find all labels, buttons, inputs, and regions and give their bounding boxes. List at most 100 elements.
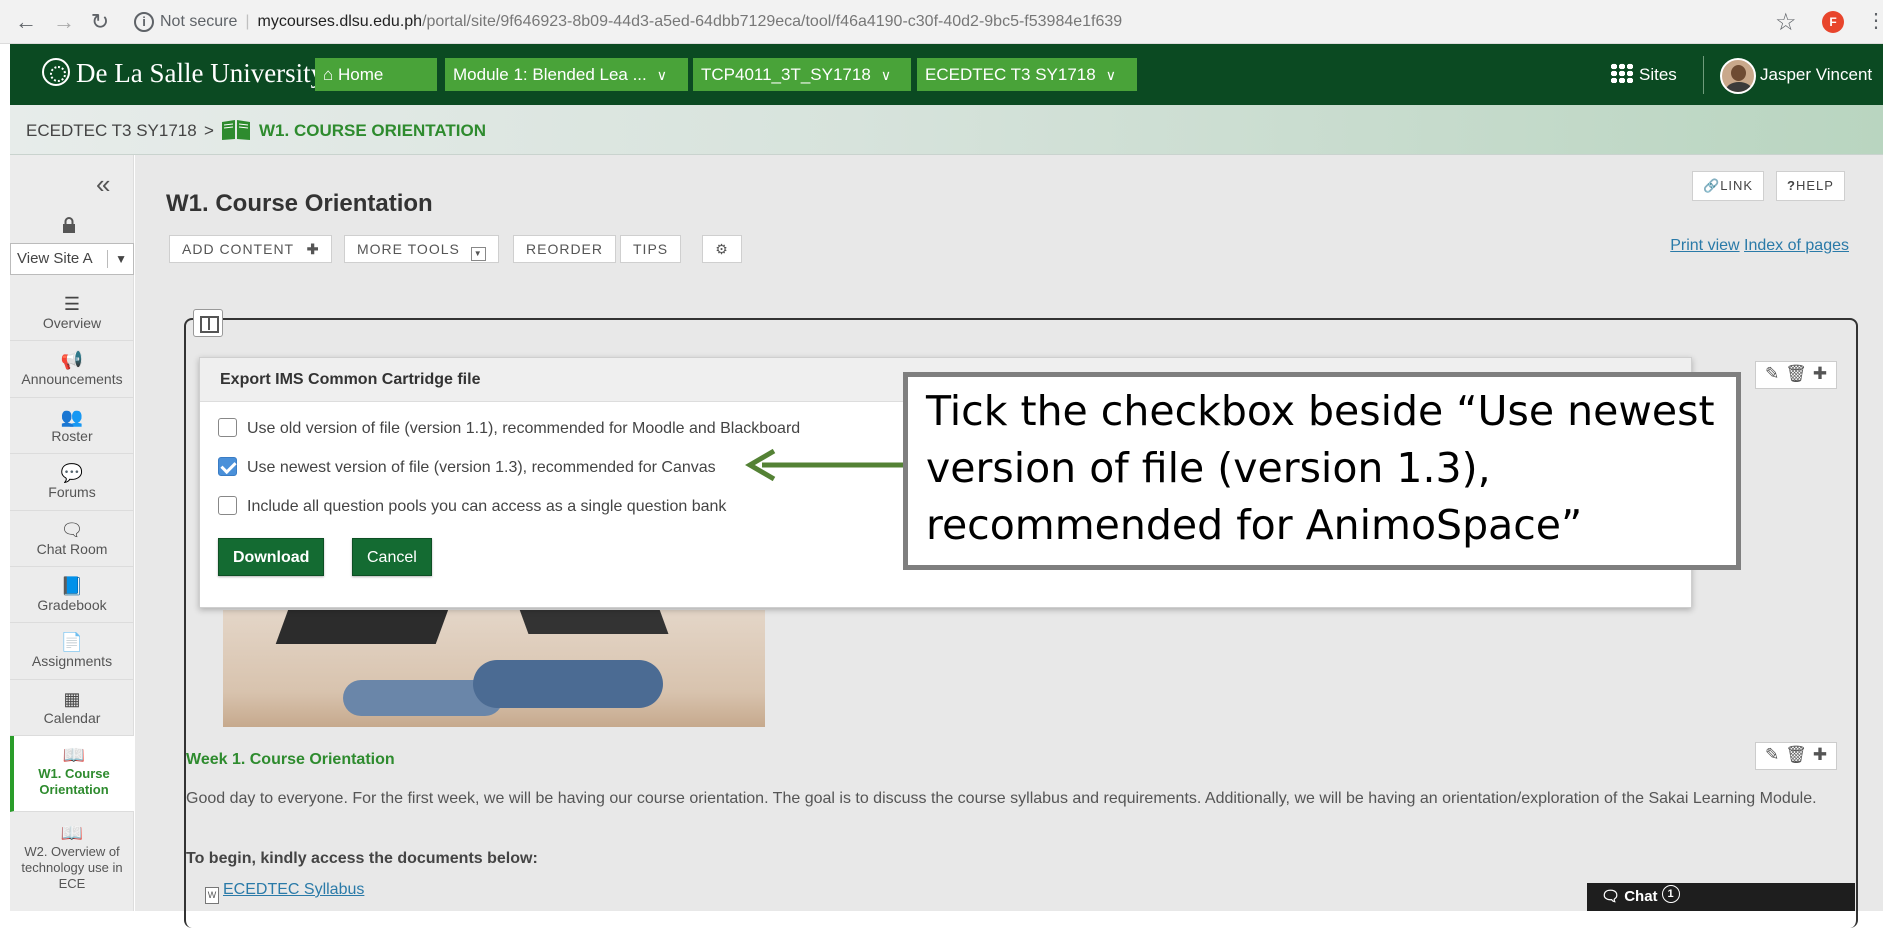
caret-down-icon: ▼ xyxy=(115,252,127,266)
annotation-arrow xyxy=(745,448,907,482)
logo-text: De La Salle University xyxy=(76,58,325,88)
sidebar-item-w1-course-orientation[interactable]: 📖 W1. Course Orientation xyxy=(10,736,134,812)
list-icon: ☰ xyxy=(63,294,81,314)
back-arrow-icon[interactable]: ← xyxy=(12,8,40,36)
users-icon: 👥 xyxy=(60,407,84,427)
sidebar-item-label: Assignments xyxy=(31,653,113,669)
university-logo[interactable]: De La Salle University xyxy=(42,58,324,89)
sidebar-item-label: Calendar xyxy=(43,710,101,726)
sidebar-item-label: W2. Overview of technology use in ECE xyxy=(21,844,123,891)
instruction-callout: Tick the checkbox beside “Use newest ver… xyxy=(903,372,1741,570)
option-old-version[interactable]: Use old version of file (version 1.1), r… xyxy=(218,418,800,438)
more-tools-label: MORE TOOLS xyxy=(357,241,460,257)
syllabus-link-label: ECEDTEC Syllabus xyxy=(223,881,365,898)
option-question-pools[interactable]: Include all question pools you can acces… xyxy=(218,496,726,516)
download-button[interactable]: Download xyxy=(218,538,325,576)
not-secure-label: Not secure xyxy=(160,13,238,30)
tab-tcp-label: TCP4011_3T_SY1718 xyxy=(701,65,871,84)
trash-icon[interactable]: 🗑 xyxy=(1785,745,1807,764)
breadcrumb: ECEDTEC T3 SY1718 > W1. COURSE ORIENTATI… xyxy=(10,105,1883,155)
link-button[interactable]: 🔗LINK xyxy=(1692,171,1765,201)
chat-widget[interactable]: 🗨 Chat 1 xyxy=(1587,883,1855,911)
cancel-button[interactable]: Cancel xyxy=(352,538,432,576)
file-icon: 📄 xyxy=(60,632,84,652)
megaphone-icon: 📢 xyxy=(60,350,84,370)
checkbox-old-version[interactable] xyxy=(218,418,237,437)
lock-icon xyxy=(62,217,76,238)
print-view-link[interactable]: Print view xyxy=(1670,237,1739,254)
sidebar-item-gradebook[interactable]: 📘 Gradebook xyxy=(10,567,134,623)
profile-avatar[interactable]: F xyxy=(1822,11,1844,33)
reorder-button[interactable]: REORDER xyxy=(513,235,617,263)
syllabus-link[interactable]: W ECEDTEC Syllabus xyxy=(205,881,364,904)
plus-icon[interactable]: ✚ xyxy=(1813,364,1827,383)
sidebar-item-overview[interactable]: ☰ Overview xyxy=(10,285,134,341)
tab-ecedtec[interactable]: ECEDTEC T3 SY1718 ∨ xyxy=(917,58,1137,91)
edit-icon[interactable]: ✎ xyxy=(1765,364,1779,383)
bookmark-star-icon[interactable]: ☆ xyxy=(1775,8,1797,37)
info-icon[interactable]: i xyxy=(134,11,154,32)
gear-icon[interactable]: ⚙ xyxy=(702,235,742,263)
chat-icon: 🗨 xyxy=(1601,888,1625,905)
view-site-label: View Site A xyxy=(17,250,93,267)
add-content-label: ADD CONTENT xyxy=(182,241,294,257)
grid-icon xyxy=(1610,63,1634,83)
sidebar-item-chat-room[interactable]: 🗨 Chat Room xyxy=(10,511,134,567)
tab-ecedtec-label: ECEDTEC T3 SY1718 xyxy=(925,65,1096,84)
index-of-pages-link[interactable]: Index of pages xyxy=(1744,237,1849,254)
option-label: Use old version of file (version 1.1), r… xyxy=(247,420,801,437)
chevron-down-icon: ∨ xyxy=(656,67,667,83)
tab-home-label: Home xyxy=(338,65,384,84)
add-content-button[interactable]: ADD CONTENT ✚ xyxy=(169,235,333,263)
tab-tcp4011[interactable]: TCP4011_3T_SY1718 ∨ xyxy=(693,58,911,91)
calendar-icon: ▦ xyxy=(63,689,81,709)
sidebar-item-label: Gradebook xyxy=(37,597,107,613)
open-book-icon xyxy=(220,118,252,147)
plus-icon: ✚ xyxy=(306,241,320,257)
view-site-as-select[interactable]: View Site A ▼ xyxy=(10,243,134,275)
sidebar-item-forums[interactable]: 💬 Forums xyxy=(10,454,134,511)
plus-icon[interactable]: ✚ xyxy=(1813,745,1827,764)
option-newest-version[interactable]: Use newest version of file (version 1.3)… xyxy=(218,457,716,477)
course-image xyxy=(223,610,765,727)
edit-icon[interactable]: ✎ xyxy=(1765,745,1779,764)
reload-icon[interactable]: ↻ xyxy=(86,8,114,36)
trash-icon[interactable]: 🗑 xyxy=(1785,364,1807,383)
user-menu[interactable]: Jasper Vincent xyxy=(1720,56,1872,94)
avatar xyxy=(1720,57,1756,94)
tips-button[interactable]: TIPS xyxy=(620,235,682,263)
url-path: /portal/site/9f646923-8b09-44d3-a5ed-64d… xyxy=(422,13,1123,30)
tool-sidebar: « View Site A ▼ ☰ Overview 📢 Announcements… xyxy=(10,155,134,911)
sites-label: Sites xyxy=(1639,65,1677,84)
begin-instructions: To begin, kindly access the documents be… xyxy=(186,850,538,867)
breadcrumb-current: W1. COURSE ORIENTATION xyxy=(259,121,486,140)
sidebar-item-calendar[interactable]: ▦ Calendar xyxy=(10,680,134,736)
page-title: W1. Course Orientation xyxy=(166,190,433,217)
address-bar[interactable]: i Not secure | mycourses.dlsu.edu.ph/portal… xyxy=(134,6,1814,38)
book-icon: 📘 xyxy=(60,576,84,596)
week-title: Week 1. Course Orientation xyxy=(186,751,395,768)
forward-arrow-icon[interactable]: → xyxy=(50,8,78,36)
help-label: HELP xyxy=(1795,178,1834,193)
link-icon: 🔗 xyxy=(1703,178,1721,193)
breadcrumb-site[interactable]: ECEDTEC T3 SY1718 xyxy=(26,121,197,141)
sidebar-item-roster[interactable]: 👥 Roster xyxy=(10,398,134,454)
tab-home[interactable]: ⌂ Home xyxy=(315,58,437,91)
sidebar-item-announcements[interactable]: 📢 Announcements xyxy=(10,341,134,398)
word-doc-icon: W xyxy=(205,887,219,904)
browser-menu-icon[interactable]: ⋮ xyxy=(1866,8,1883,33)
sidebar-item-assignments[interactable]: 📄 Assignments xyxy=(10,623,134,680)
columns-icon[interactable] xyxy=(193,309,223,337)
sidebar-item-w2-overview[interactable]: 📖 W2. Overview of technology use in ECE xyxy=(10,812,134,911)
sites-button[interactable]: Sites xyxy=(1610,62,1677,88)
collapse-icon[interactable]: « xyxy=(96,169,110,200)
chat-count-badge: 1 xyxy=(1661,885,1680,903)
tab-module-1[interactable]: Module 1: Blended Lea ... ∨ xyxy=(445,58,688,91)
help-button[interactable]: ?HELP xyxy=(1776,171,1845,201)
sidebar-item-label: Forums xyxy=(48,484,96,500)
checkbox-question-pools[interactable] xyxy=(218,496,237,515)
checkbox-newest-version[interactable] xyxy=(218,457,237,476)
more-tools-button[interactable]: MORE TOOLS ▼ xyxy=(344,235,499,263)
option-label: Use newest version of file (version 1.3)… xyxy=(247,459,716,476)
sidebar-item-label: W1. Course Orientation xyxy=(38,766,110,797)
